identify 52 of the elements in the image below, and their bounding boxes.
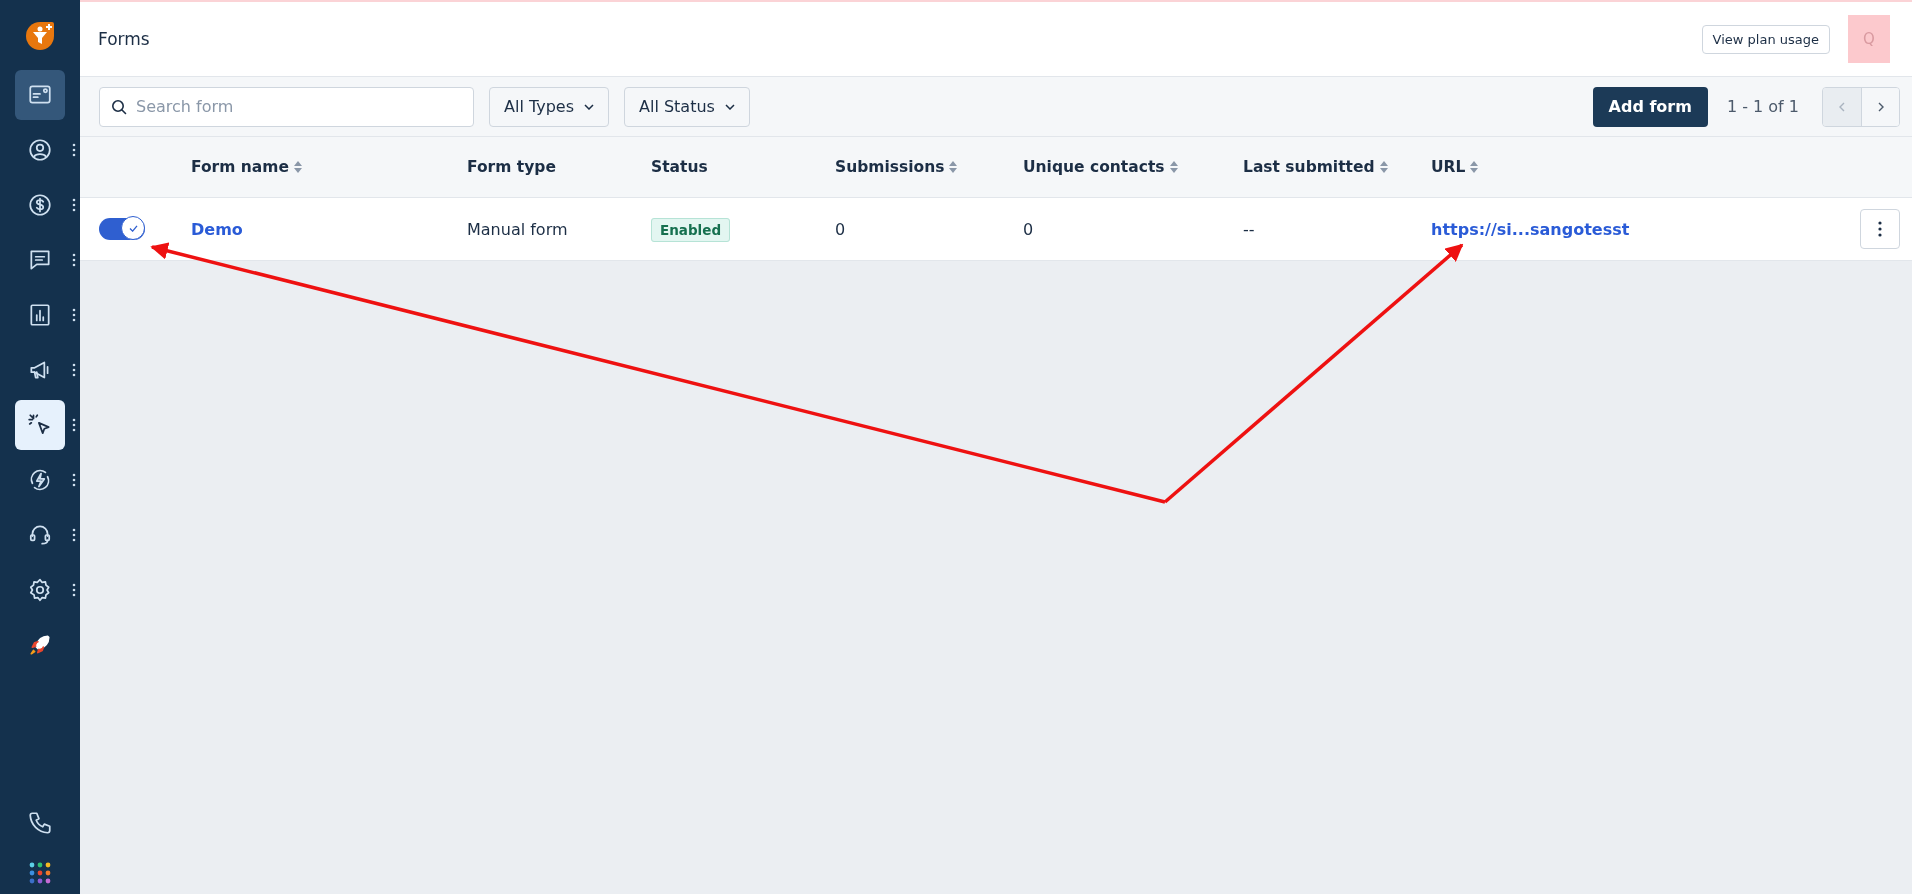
column-header[interactable]: Last submitted xyxy=(1243,158,1375,176)
page-title: Forms xyxy=(98,29,151,49)
more-options-icon[interactable] xyxy=(72,143,76,157)
logo-icon[interactable] xyxy=(24,20,56,52)
add-form-button[interactable]: Add form xyxy=(1592,86,1708,127)
chevron-right-icon xyxy=(1877,101,1884,112)
table-cell: Manual form xyxy=(467,219,568,239)
kebab-menu-icon xyxy=(1878,221,1882,237)
apps-grid-icon[interactable] xyxy=(29,862,51,884)
sort-icon[interactable] xyxy=(949,161,958,173)
filter-dropdown[interactable]: All Types xyxy=(489,86,609,127)
table-cell: -- xyxy=(1243,219,1255,239)
column-header[interactable]: Submissions xyxy=(835,158,945,176)
more-options-icon[interactable] xyxy=(72,528,76,542)
sort-icon[interactable] xyxy=(1169,161,1178,173)
chat-icon xyxy=(27,247,53,273)
more-options-icon[interactable] xyxy=(72,363,76,377)
column-header[interactable]: Form name xyxy=(191,158,289,176)
view-plan-usage-button[interactable]: View plan usage xyxy=(1701,24,1830,54)
check-icon xyxy=(128,224,138,232)
more-options-icon[interactable] xyxy=(72,198,76,212)
sidebar-item[interactable] xyxy=(15,400,65,450)
sort-icon[interactable] xyxy=(1379,161,1388,173)
column-header[interactable]: Unique contacts xyxy=(1023,158,1165,176)
search-icon xyxy=(111,98,127,115)
column-header[interactable]: Status xyxy=(651,158,708,176)
toggle-switch[interactable] xyxy=(99,218,145,240)
form-name-link[interactable]: Demo xyxy=(191,219,243,239)
table-cell: 0 xyxy=(835,219,846,239)
chevron-down-icon xyxy=(724,103,735,110)
sort-icon[interactable] xyxy=(1470,161,1479,173)
url-link[interactable]: https://si...sangotesst xyxy=(1431,219,1630,239)
filter-dropdown[interactable]: All Status xyxy=(624,86,750,127)
search-field[interactable]: Search form xyxy=(99,86,474,127)
table-cell: 0 xyxy=(1023,219,1034,239)
sort-icon[interactable] xyxy=(293,161,302,173)
sidebar-item[interactable] xyxy=(15,70,65,120)
user-icon xyxy=(27,137,53,163)
status-badge: Enabled xyxy=(651,217,731,242)
column-header[interactable]: Form type xyxy=(467,158,556,176)
more-options-icon[interactable] xyxy=(72,473,76,487)
more-options-icon[interactable] xyxy=(72,583,76,597)
dollar-icon xyxy=(27,192,53,218)
chevron-left-icon xyxy=(1839,101,1845,112)
more-options-icon[interactable] xyxy=(72,418,76,432)
bar-chart-icon xyxy=(27,302,53,328)
column-header[interactable]: URL xyxy=(1431,158,1466,176)
phone-icon[interactable] xyxy=(27,810,53,836)
more-options-icon[interactable] xyxy=(72,253,76,267)
pagination-info: 1 - 1 of 1 xyxy=(1726,97,1799,116)
more-options-icon[interactable] xyxy=(72,308,76,322)
chevron-down-icon xyxy=(584,103,594,110)
